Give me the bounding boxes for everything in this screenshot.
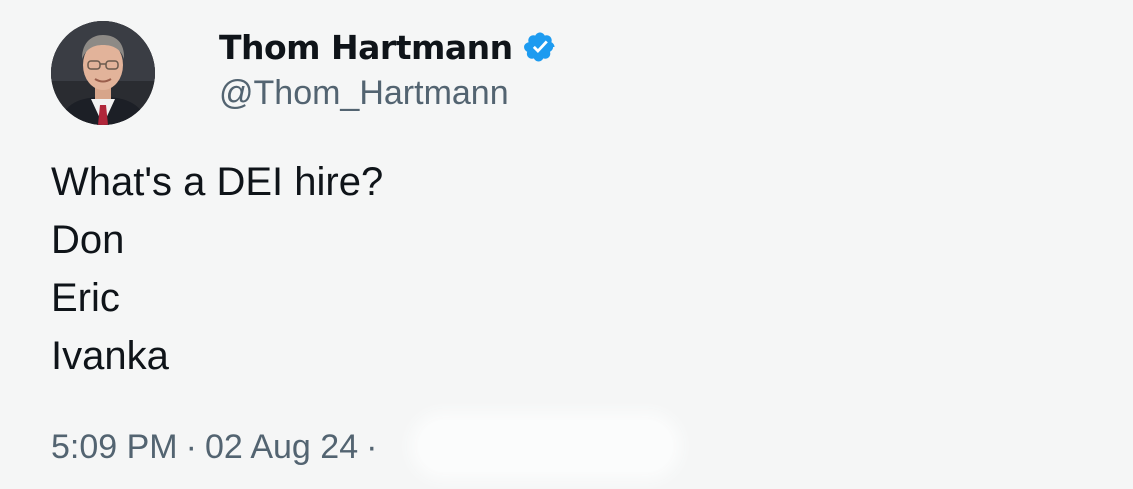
avatar-photo xyxy=(51,21,155,125)
verified-badge-icon xyxy=(523,30,557,64)
tweet-text: What's a DEI hire? Don Eric Ivanka xyxy=(51,153,383,385)
tweet-line: Ivanka xyxy=(51,334,169,378)
tweet-time[interactable]: 5:09 PM xyxy=(51,428,178,467)
redaction-overlay xyxy=(418,420,673,472)
tweet-line: Don xyxy=(51,218,125,262)
tweet-line: Eric xyxy=(51,276,120,320)
tweet-line: What's a DEI hire? xyxy=(51,160,384,204)
author-handle[interactable]: @Thom_Hartmann xyxy=(219,74,509,113)
tweet-date[interactable]: 02 Aug 24 xyxy=(205,428,358,467)
meta-separator: · xyxy=(185,428,197,466)
tweet-card: Thom Hartmann @Thom_Hartmann What's a DE… xyxy=(0,0,1133,489)
author-name-row: Thom Hartmann xyxy=(219,25,557,69)
display-name[interactable]: Thom Hartmann xyxy=(219,28,513,67)
avatar[interactable] xyxy=(51,21,155,125)
meta-separator: · xyxy=(366,428,378,466)
tweet-metadata: 5:09 PM · 02 Aug 24 · xyxy=(51,428,385,467)
